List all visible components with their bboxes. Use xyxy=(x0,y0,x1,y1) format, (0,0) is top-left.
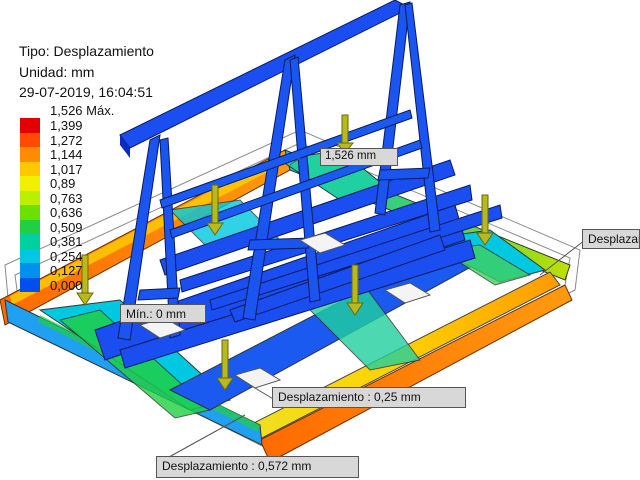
max-probe-label[interactable]: 1,526 mm xyxy=(320,148,398,166)
result-timestamp: 29-07-2019, 16:04:51 xyxy=(19,84,153,100)
color-scale-bar xyxy=(20,118,40,292)
legend-swatch xyxy=(20,118,40,133)
legend-swatch xyxy=(20,132,40,147)
legend-swatch xyxy=(20,234,40,249)
legend-swatch xyxy=(20,190,40,205)
legend-tick-label: 1,144 xyxy=(50,147,83,162)
legend-tick-label: 0,127 xyxy=(50,263,83,278)
front-rail xyxy=(259,284,573,463)
legend-swatch xyxy=(20,205,40,220)
legend-swatch xyxy=(20,263,40,278)
result-type: Tipo: Desplazamiento xyxy=(19,43,154,59)
result-unit: Unidad: mm xyxy=(19,64,95,80)
legend-tick-label: 0,509 xyxy=(50,219,83,235)
stress-analysis-viewport[interactable] xyxy=(0,0,640,480)
min-probe-label[interactable]: Mín.: 0 mm xyxy=(120,304,206,323)
bottom-probe-label[interactable]: Desplazamiento : 0,572 mm xyxy=(156,456,359,478)
legend-swatch xyxy=(20,176,40,191)
legend-swatch xyxy=(20,147,40,162)
legend-tick-label: 0,381 xyxy=(50,234,83,249)
legend-tick-label: 0,89 xyxy=(50,176,76,191)
legend-max-label: 1,526 Máx. xyxy=(50,103,115,118)
legend-tick-label: 1,399 xyxy=(50,118,83,133)
right-probe-label[interactable]: Desplazamiento xyxy=(582,229,640,249)
legend-tick-label: 0,636 xyxy=(50,205,83,220)
legend-tick-label: 0,254 xyxy=(50,248,83,264)
middle-probe-label[interactable]: Desplazamiento : 0,25 mm xyxy=(272,387,466,408)
legend-tick-label: 1,017 xyxy=(50,161,83,177)
legend-swatch xyxy=(20,248,40,263)
legend-tick-label: 0,763 xyxy=(50,190,83,206)
legend-tick-label: 1,272 xyxy=(50,132,83,148)
legend-swatch xyxy=(20,161,40,176)
legend-tick-label: 0,000 xyxy=(50,277,83,293)
legend-swatch xyxy=(20,219,40,234)
legend-swatch xyxy=(20,277,40,292)
